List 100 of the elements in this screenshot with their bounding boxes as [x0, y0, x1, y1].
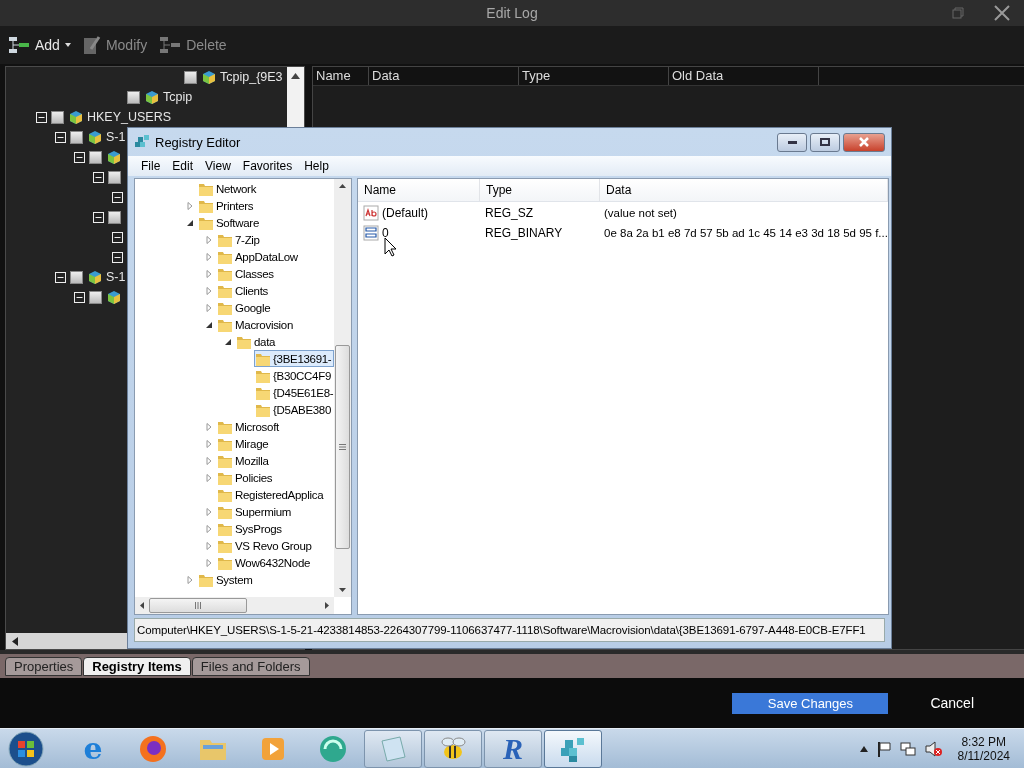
tree-item[interactable]: Classes — [235, 267, 274, 280]
checkbox[interactable] — [70, 270, 83, 284]
checkbox[interactable] — [108, 210, 121, 224]
window-title: Registry Editor — [155, 134, 241, 150]
tree-item[interactable]: Google — [235, 301, 271, 314]
checkbox[interactable] — [70, 130, 83, 144]
collapse-icon[interactable] — [55, 271, 66, 283]
tree-item[interactable]: Printers — [216, 199, 254, 212]
tree-item[interactable]: VS Revo Group — [235, 539, 312, 552]
tree-item[interactable]: Supermium — [235, 505, 292, 518]
collapse-icon[interactable] — [74, 151, 85, 163]
taskbar-button[interactable]: R — [484, 729, 542, 768]
column-header[interactable]: Data — [369, 67, 519, 85]
horizontal-scrollbar[interactable] — [135, 597, 334, 614]
status-path: Computer\HKEY_USERS\S-1-5-21-4233814853-2264307799-1106637477-1118\Software\Macrovision\data\{3BE13691-6797-A448-E0CB-E7FF1 — [137, 624, 866, 636]
scroll-up-icon[interactable] — [291, 73, 300, 79]
tab[interactable]: Files and Folders — [191, 656, 310, 676]
minimize-button[interactable] — [777, 132, 807, 152]
tree-item[interactable]: Mozilla — [235, 454, 269, 467]
tree-item[interactable]: Policies — [235, 471, 273, 484]
column-header[interactable]: Type — [480, 179, 600, 201]
checkbox[interactable] — [127, 90, 140, 104]
collapse-icon[interactable] — [93, 171, 104, 183]
column-header[interactable]: Type — [519, 67, 669, 85]
cube-icon — [106, 289, 122, 305]
tray-arrow-icon[interactable] — [859, 745, 868, 752]
tree-item[interactable]: Software — [216, 216, 259, 229]
tree-item[interactable]: {D5ABE380 — [273, 403, 332, 416]
menu-item[interactable]: View — [199, 159, 237, 173]
tree-item[interactable]: {D45E61E8- — [273, 386, 334, 399]
tree-item[interactable]: Tcpip_{9E3 — [220, 70, 283, 84]
tree-item[interactable]: RegisteredApplica — [235, 488, 324, 501]
collapse-icon[interactable] — [112, 231, 123, 243]
tree-item[interactable]: HKEY_USERS — [87, 110, 172, 124]
checkbox[interactable] — [51, 110, 64, 124]
tree-item[interactable]: SysProgs — [235, 522, 282, 535]
scrollbar[interactable] — [334, 179, 351, 597]
tree-item[interactable]: Network — [216, 182, 257, 195]
column-header[interactable]: Name — [313, 67, 369, 85]
scroll-left-icon[interactable] — [12, 636, 18, 646]
registry-cubes-icon — [134, 134, 150, 150]
start-button[interactable] — [8, 730, 44, 767]
scroll-left-icon[interactable] — [140, 602, 144, 609]
menu-item[interactable]: Favorites — [236, 159, 299, 173]
cube-icon — [106, 149, 122, 165]
selected-key[interactable]: {3BE13691- — [254, 350, 334, 367]
checkbox[interactable] — [184, 70, 197, 84]
scroll-right-icon[interactable] — [325, 602, 329, 609]
maximize-button[interactable] — [810, 132, 840, 152]
speaker-muted-icon[interactable] — [924, 740, 943, 757]
scroll-up-icon[interactable] — [339, 184, 346, 188]
taskbar-button[interactable] — [424, 729, 482, 768]
collapse-icon[interactable] — [112, 251, 123, 263]
tree-item[interactable]: System — [216, 573, 253, 586]
tree-item[interactable]: S-1 — [106, 130, 126, 144]
column-header[interactable]: Old Data — [669, 67, 819, 85]
close-button[interactable] — [843, 132, 885, 152]
save-button[interactable]: Save Changes — [732, 692, 889, 714]
tree-item[interactable]: S-1 — [106, 270, 126, 284]
menu-item[interactable]: Help — [298, 159, 335, 173]
tree-item[interactable]: Wow6432Node — [235, 556, 311, 569]
collapse-icon[interactable] — [55, 131, 66, 143]
collapse-icon[interactable] — [93, 211, 104, 223]
collapse-icon[interactable] — [112, 191, 123, 203]
tab[interactable]: Properties — [5, 656, 83, 676]
collapse-icon[interactable] — [36, 111, 47, 123]
checkbox[interactable] — [108, 170, 121, 184]
tree-item[interactable]: {3BE13691- — [273, 352, 332, 365]
collapse-icon[interactable] — [74, 291, 85, 303]
tree-item[interactable]: Macrovision — [235, 318, 294, 331]
flag-icon[interactable] — [876, 740, 891, 757]
cancel-button[interactable]: Cancel — [924, 694, 980, 712]
network-icon[interactable] — [899, 740, 916, 757]
column-header[interactable]: Data — [600, 179, 888, 201]
tree-item[interactable]: Microsoft — [235, 420, 279, 433]
tree-item[interactable]: Mirage — [235, 437, 269, 450]
column-header[interactable]: Name — [358, 179, 480, 201]
value-name[interactable]: (Default) — [382, 205, 428, 220]
scroll-thumb[interactable] — [149, 598, 247, 613]
tree-item[interactable]: AppDataLow — [235, 250, 298, 263]
window-title: Edit Log — [486, 5, 538, 21]
cube-icon — [87, 129, 103, 145]
value-name[interactable]: 0 — [382, 225, 389, 240]
scroll-thumb[interactable] — [335, 345, 350, 549]
tree-item[interactable]: Clients — [235, 284, 269, 297]
scroll-down-icon[interactable] — [339, 588, 346, 592]
close-icon[interactable] — [994, 5, 1010, 21]
checkbox[interactable] — [89, 150, 102, 164]
tree-remove-icon — [159, 36, 182, 54]
binary-value-icon — [363, 224, 379, 241]
tree-item[interactable]: Tcpip — [163, 90, 193, 104]
tree-item[interactable]: data — [254, 335, 276, 348]
add-button[interactable]: Add — [6, 36, 73, 54]
tree-item[interactable]: 7-Zip — [235, 233, 260, 246]
menu-item[interactable]: Edit — [166, 159, 200, 173]
tab[interactable]: Registry Items — [83, 656, 191, 676]
tree-item[interactable]: {B30CC4F9 — [273, 369, 332, 382]
menu-item[interactable]: File — [135, 159, 167, 173]
clock-date: 8/11/2024 — [957, 748, 1010, 763]
checkbox[interactable] — [89, 290, 102, 304]
